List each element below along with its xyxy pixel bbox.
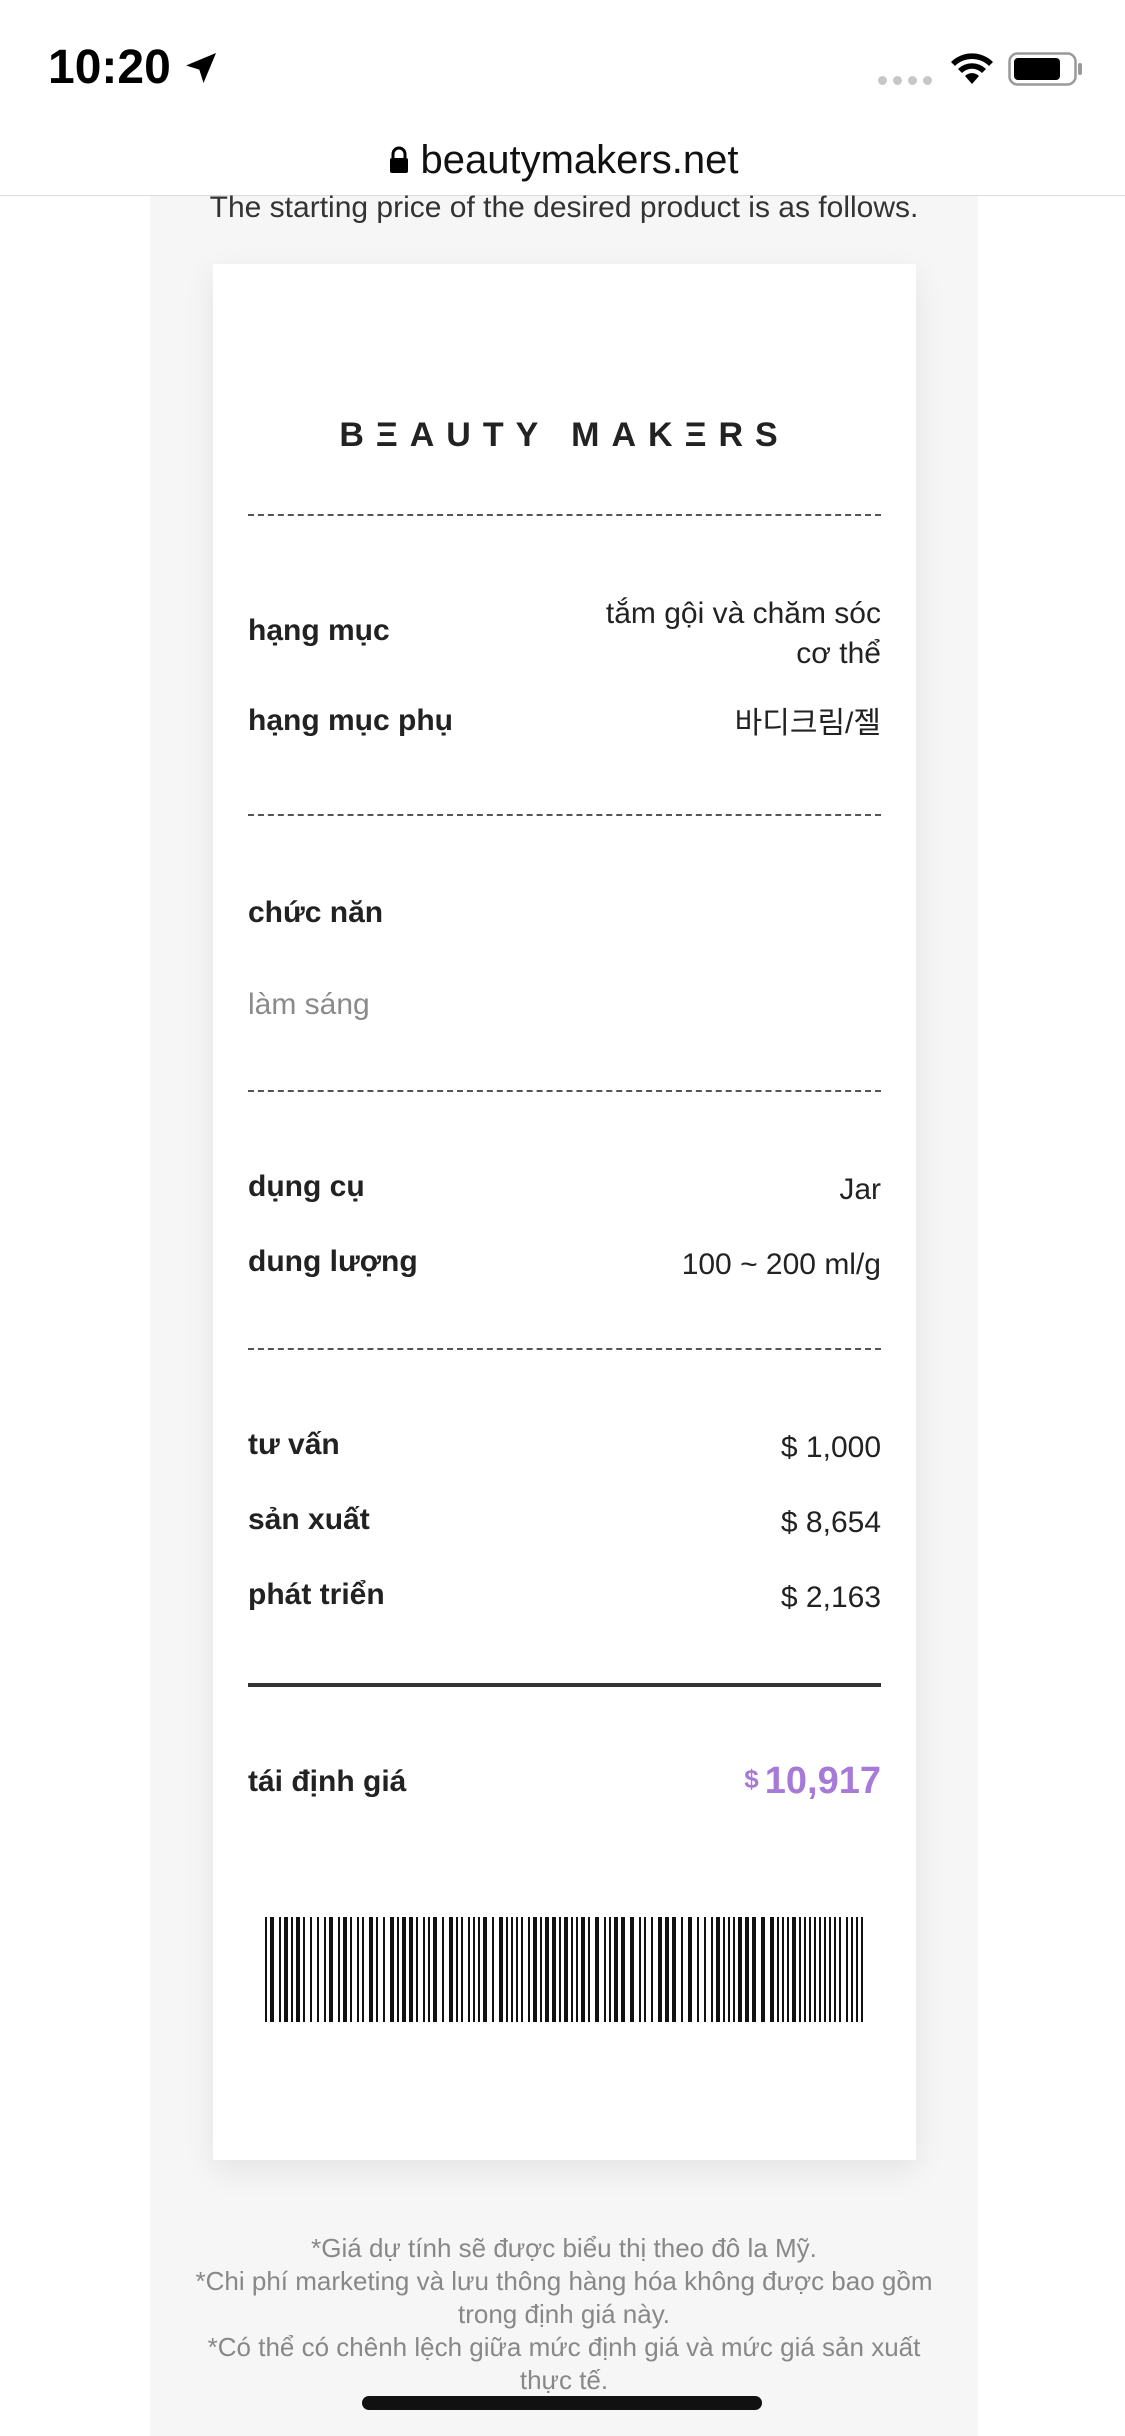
footnotes: *Giá dự tính sẽ được biểu thị theo đô la…	[190, 2232, 938, 2397]
total-divider	[248, 1683, 881, 1687]
function-value: làm sáng	[248, 988, 370, 1021]
capacity-label: dung lượng	[248, 1245, 418, 1278]
location-arrow-icon	[185, 52, 216, 83]
container-row: dụng cụ Jar	[248, 1170, 881, 1210]
intro-text: The starting price of the desired produc…	[209, 191, 919, 224]
total-row: tái định giá $ 10,917	[248, 1760, 881, 1803]
footnote-1: *Giá dự tính sẽ được biểu thị theo đô la…	[311, 2233, 817, 2263]
price-receipt: BΞAUTY MAKΞRS hạng mục tắm gội và chăm s…	[213, 264, 916, 2160]
divider	[248, 514, 881, 516]
home-indicator[interactable]	[362, 2396, 762, 2410]
footnote-3: *Có thể có chênh lệch giữa mức định giá …	[207, 2332, 921, 2395]
function-row: chức năn	[248, 896, 881, 930]
status-time-text: 10:20	[48, 41, 171, 94]
consulting-value: $ 1,000	[780, 1431, 881, 1464]
subcategory-value: 바디크림/젤	[734, 707, 881, 740]
category-row: hạng mục tắm gội và chăm sóc cơ thể	[248, 594, 881, 674]
status-time: 10:20	[48, 40, 221, 95]
footnote-2: *Chi phí marketing và lưu thông hàng hóa…	[195, 2266, 933, 2329]
barcode	[265, 1917, 866, 2022]
capacity-row: dung lượng 100 ~ 200 ml/g	[248, 1245, 881, 1285]
address-bar[interactable]: beautymakers.net	[0, 125, 1125, 196]
container-label: dụng cụ	[248, 1170, 365, 1203]
total-currency: $	[744, 1764, 759, 1794]
production-value: $ 8,654	[780, 1506, 881, 1539]
page-content: The starting price of the desired produc…	[150, 191, 978, 2436]
production-label: sản xuất	[248, 1503, 370, 1536]
consulting-row: tư vấn $ 1,000	[248, 1428, 881, 1468]
function-label: chức năn	[248, 896, 384, 929]
wifi-icon	[951, 53, 993, 84]
divider	[248, 1090, 881, 1092]
container-value: Jar	[839, 1173, 881, 1206]
category-value: tắm gội và chăm sóc cơ thể	[605, 597, 881, 670]
cellular-signal-icon	[878, 76, 932, 85]
consulting-label: tư vấn	[248, 1428, 340, 1461]
total-label: tái định giá	[248, 1764, 407, 1798]
capacity-value: 100 ~ 200 ml/g	[681, 1248, 881, 1281]
development-value: $ 2,163	[780, 1581, 881, 1614]
subcategory-row: hạng mục phụ 바디크림/젤	[248, 704, 881, 744]
development-row: phát triển $ 2,163	[248, 1578, 881, 1618]
production-row: sản xuất $ 8,654	[248, 1503, 881, 1543]
total-value: $ 10,917	[744, 1760, 881, 1803]
status-bar: 10:20	[0, 0, 1125, 130]
battery-icon	[1008, 52, 1082, 86]
total-amount: 10,917	[764, 1760, 881, 1802]
url-text: beautymakers.net	[420, 137, 739, 182]
divider	[248, 814, 881, 816]
brand-logo: BΞAUTY MAKΞRS	[339, 416, 790, 454]
lock-icon	[389, 146, 408, 173]
divider	[248, 1348, 881, 1350]
category-label: hạng mục	[248, 614, 390, 647]
development-label: phát triển	[248, 1578, 385, 1611]
subcategory-label: hạng mục phụ	[248, 704, 453, 737]
